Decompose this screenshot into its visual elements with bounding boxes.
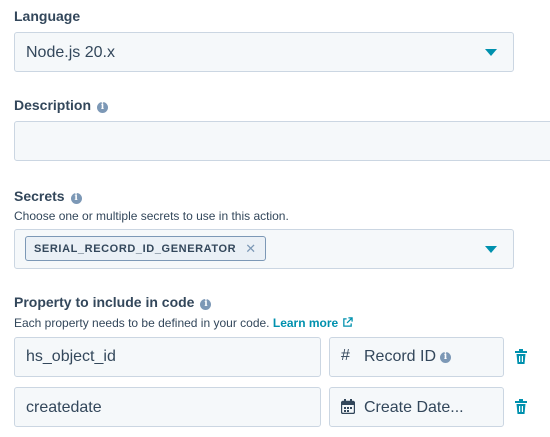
info-icon[interactable]: i bbox=[70, 193, 82, 204]
info-icon[interactable]: i bbox=[97, 102, 109, 113]
chevron-down-icon[interactable] bbox=[485, 49, 497, 56]
calendar-icon bbox=[341, 399, 355, 414]
properties-subtext: Each property needs to be defined in you… bbox=[14, 316, 353, 330]
properties-label-text: Property to include in code bbox=[14, 294, 195, 310]
learn-more-text: Learn more bbox=[272, 316, 339, 330]
secret-tag[interactable]: SERIAL_RECORD_ID_GENERATOR ✕ bbox=[25, 236, 266, 261]
property-select[interactable]: Create Date... bbox=[329, 387, 504, 427]
properties-label: Property to include in code i bbox=[14, 294, 212, 310]
trash-icon[interactable] bbox=[515, 399, 527, 414]
property-name-input[interactable]: createdate bbox=[14, 387, 321, 427]
property-select-value: Create Date... bbox=[364, 399, 464, 416]
trash-icon[interactable] bbox=[515, 349, 527, 364]
secrets-label: Secrets i bbox=[14, 188, 82, 204]
hash-icon: # bbox=[341, 347, 350, 364]
language-select[interactable]: Node.js 20.x bbox=[14, 32, 514, 72]
property-name-value: createdate bbox=[26, 399, 102, 416]
info-icon[interactable]: i bbox=[200, 299, 212, 310]
description-input[interactable] bbox=[14, 121, 550, 161]
description-label-text: Description bbox=[14, 97, 92, 113]
external-link-icon bbox=[342, 317, 353, 327]
language-selected-value: Node.js 20.x bbox=[26, 44, 115, 61]
close-icon[interactable]: ✕ bbox=[245, 241, 257, 257]
info-icon[interactable]: i bbox=[440, 352, 451, 363]
language-label: Language bbox=[14, 8, 81, 24]
description-label: Description i bbox=[14, 97, 109, 113]
chevron-down-icon[interactable] bbox=[485, 246, 497, 253]
property-select[interactable]: # Record ID i bbox=[329, 337, 504, 377]
property-select-value: Record ID bbox=[364, 348, 437, 365]
secrets-label-text: Secrets bbox=[14, 188, 65, 204]
properties-subtext-text: Each property needs to be defined in you… bbox=[14, 316, 270, 330]
secrets-subtext: Choose one or multiple secrets to use in… bbox=[14, 209, 289, 223]
secret-tag-label: SERIAL_RECORD_ID_GENERATOR bbox=[34, 242, 237, 255]
secrets-multiselect[interactable]: SERIAL_RECORD_ID_GENERATOR ✕ bbox=[14, 229, 514, 269]
property-name-input[interactable]: hs_object_id bbox=[14, 337, 321, 377]
property-name-value: hs_object_id bbox=[26, 348, 116, 365]
learn-more-link[interactable]: Learn more bbox=[273, 316, 353, 330]
